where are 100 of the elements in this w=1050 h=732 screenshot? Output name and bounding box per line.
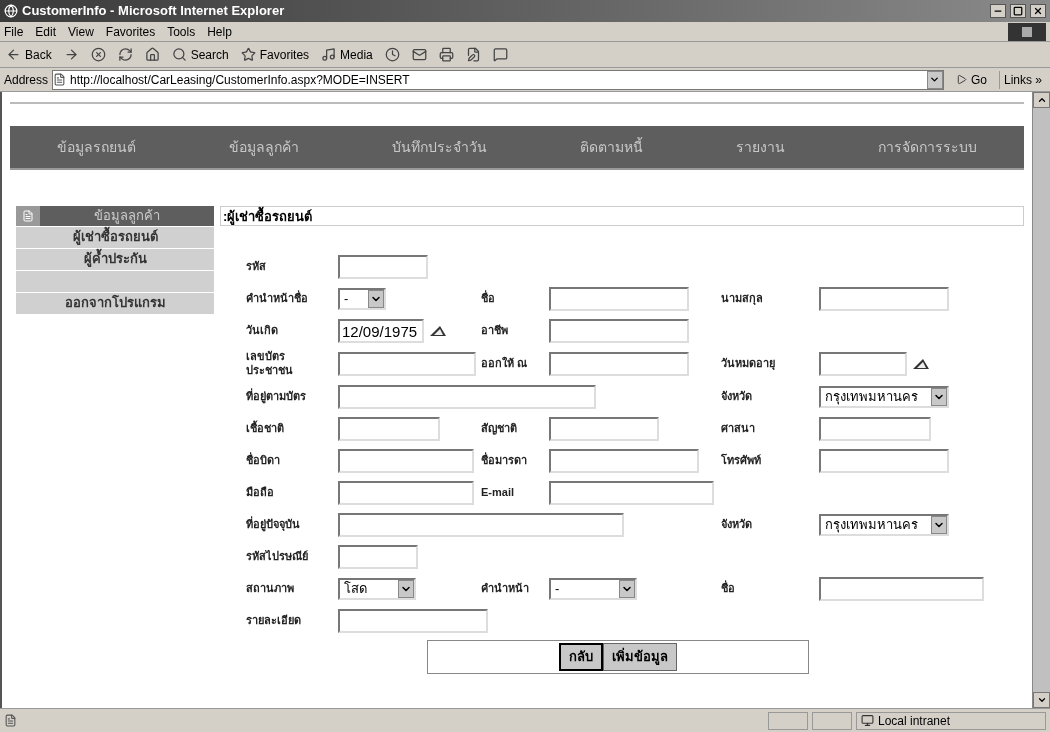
calendar-icon[interactable] xyxy=(428,324,448,338)
field-label: มือถือ xyxy=(246,485,275,500)
browser-icon xyxy=(4,4,18,18)
text-field[interactable] xyxy=(338,448,474,473)
nav-link[interactable]: ข้อมูลรถยนต์ xyxy=(56,136,136,158)
scroll-down-icon[interactable] xyxy=(1033,692,1050,708)
nav-link[interactable]: บันทึกประจำวัน xyxy=(391,136,487,158)
text-field[interactable] xyxy=(338,608,488,633)
text-field[interactable] xyxy=(819,576,984,601)
mail-icon xyxy=(411,47,427,62)
field-label: จังหวัด xyxy=(721,517,753,532)
text-field[interactable] xyxy=(819,416,931,441)
field-label: ชื่อ xyxy=(481,292,496,306)
text-field[interactable] xyxy=(338,544,418,569)
forward-arrow-icon xyxy=(63,47,79,62)
field-label: รหัส xyxy=(246,260,267,274)
form-button[interactable]: กลับ xyxy=(559,642,603,671)
menu-item[interactable]: Favorites xyxy=(105,22,156,41)
windows-logo-icon xyxy=(1008,22,1046,41)
toolbar-button[interactable]: Media xyxy=(319,45,375,64)
field-label: ที่อยู่ตามบัตร xyxy=(246,389,307,404)
menu-item[interactable]: File xyxy=(4,22,24,41)
links-button[interactable]: Links » xyxy=(998,70,1046,89)
music-icon xyxy=(321,47,337,62)
page-icon xyxy=(4,714,17,727)
text-field[interactable] xyxy=(549,351,689,376)
text-field[interactable] xyxy=(549,480,714,505)
home-icon xyxy=(144,47,160,62)
field-label: วันเกิด xyxy=(246,324,279,338)
toolbar-button[interactable]: Favorites xyxy=(238,45,312,64)
menu-item[interactable]: Tools xyxy=(167,22,196,41)
nav-link[interactable]: ติดตามหนี้ xyxy=(580,136,644,158)
nav-link[interactable]: การจัดการระบบ xyxy=(878,136,978,158)
field-label: จังหวัด xyxy=(721,389,753,404)
scrollbar[interactable] xyxy=(1032,92,1050,708)
page-icon xyxy=(53,73,67,86)
chat-icon xyxy=(492,47,508,62)
scroll-up-icon[interactable] xyxy=(1033,92,1050,108)
field-label: นามสกุล xyxy=(721,292,764,306)
field-label: ศาสนา xyxy=(721,421,756,436)
zone-label: Local intranet xyxy=(878,712,951,730)
edit-icon xyxy=(465,47,481,62)
text-field[interactable] xyxy=(549,416,659,441)
text-field[interactable] xyxy=(549,319,689,343)
text-field[interactable] xyxy=(338,416,440,441)
star-icon xyxy=(240,47,256,62)
dropdown[interactable]: กรุงเทพมหานคร xyxy=(819,385,949,408)
text-field[interactable] xyxy=(549,448,699,473)
field-label: เชื้อชาติ xyxy=(246,421,285,436)
network-icon xyxy=(861,714,874,727)
search-icon xyxy=(171,47,187,62)
sidebar-item[interactable]: ผู้ค้ำประกัน xyxy=(16,249,214,270)
go-button[interactable]: Go xyxy=(947,70,995,89)
field-label: E-mail xyxy=(481,485,515,500)
window-title: CustomerInfo - Microsoft Internet Explorer xyxy=(22,2,286,21)
refresh-icon xyxy=(117,47,133,62)
field-label: ชื่อบิดา xyxy=(246,453,281,468)
menu-item[interactable]: Edit xyxy=(35,22,57,41)
menu-item[interactable]: View xyxy=(68,22,94,41)
field-label: ออกให้ ณ xyxy=(481,356,529,371)
field-label: อาชีพ xyxy=(481,324,509,338)
text-field[interactable] xyxy=(338,255,428,279)
text-field[interactable] xyxy=(549,287,689,311)
form-button[interactable]: เพิ่มข้อมูล xyxy=(603,642,677,671)
nav-link[interactable]: รายงาน xyxy=(736,136,786,158)
field-label: รหัสไปรษณีย์ xyxy=(246,549,309,564)
date-field[interactable]: 12/09/1975 xyxy=(338,319,424,343)
text-field[interactable] xyxy=(338,480,474,505)
text-field[interactable] xyxy=(338,384,596,409)
nav-link[interactable]: ข้อมูลลูกค้า xyxy=(228,136,299,158)
field-label: ที่อยู่ปัจจุบัน xyxy=(246,517,301,532)
field-label: รายละเอียด xyxy=(246,613,302,628)
stop-icon xyxy=(90,47,106,62)
dropdown[interactable]: - xyxy=(338,288,386,310)
address-field[interactable]: http://localhost/CarLeasing/CustomerInfo.aspx?MODE=INSERT xyxy=(52,69,944,90)
text-field[interactable] xyxy=(819,287,949,311)
clock-icon xyxy=(384,47,400,62)
status-pane xyxy=(812,711,852,730)
field-label: เลขบัตร ประชาชน xyxy=(246,350,294,378)
address-label: Address xyxy=(4,71,49,89)
sidebar-item[interactable]: ออกจากโปรแกรม xyxy=(16,293,214,314)
dropdown[interactable]: โสด xyxy=(338,577,416,600)
field-label: สัญชาติ xyxy=(481,421,518,436)
text-field[interactable] xyxy=(819,448,949,473)
field-label: คำนำหน้า xyxy=(481,581,530,596)
toolbar-button[interactable]: Back xyxy=(4,45,54,64)
document-icon xyxy=(16,206,40,226)
menu-item[interactable]: Help xyxy=(207,22,232,41)
dropdown[interactable]: กรุงเทพมหานคร xyxy=(819,513,949,536)
field-label: โทรศัพท์ xyxy=(721,453,762,468)
toolbar-button[interactable]: Search xyxy=(169,45,231,64)
text-field[interactable] xyxy=(338,512,624,537)
play-arrow-icon xyxy=(955,74,967,85)
sidebar-item[interactable]: ผู้เช่าซื้อรถยนต์ xyxy=(16,227,214,248)
field-label: ชื่อ xyxy=(721,581,736,596)
section-title: :ผู้เช่าซื้อรถยนต์ xyxy=(220,206,1024,226)
date-field[interactable] xyxy=(819,351,907,376)
text-field[interactable] xyxy=(338,351,476,376)
dropdown[interactable]: - xyxy=(549,577,637,600)
status-pane xyxy=(768,711,808,730)
